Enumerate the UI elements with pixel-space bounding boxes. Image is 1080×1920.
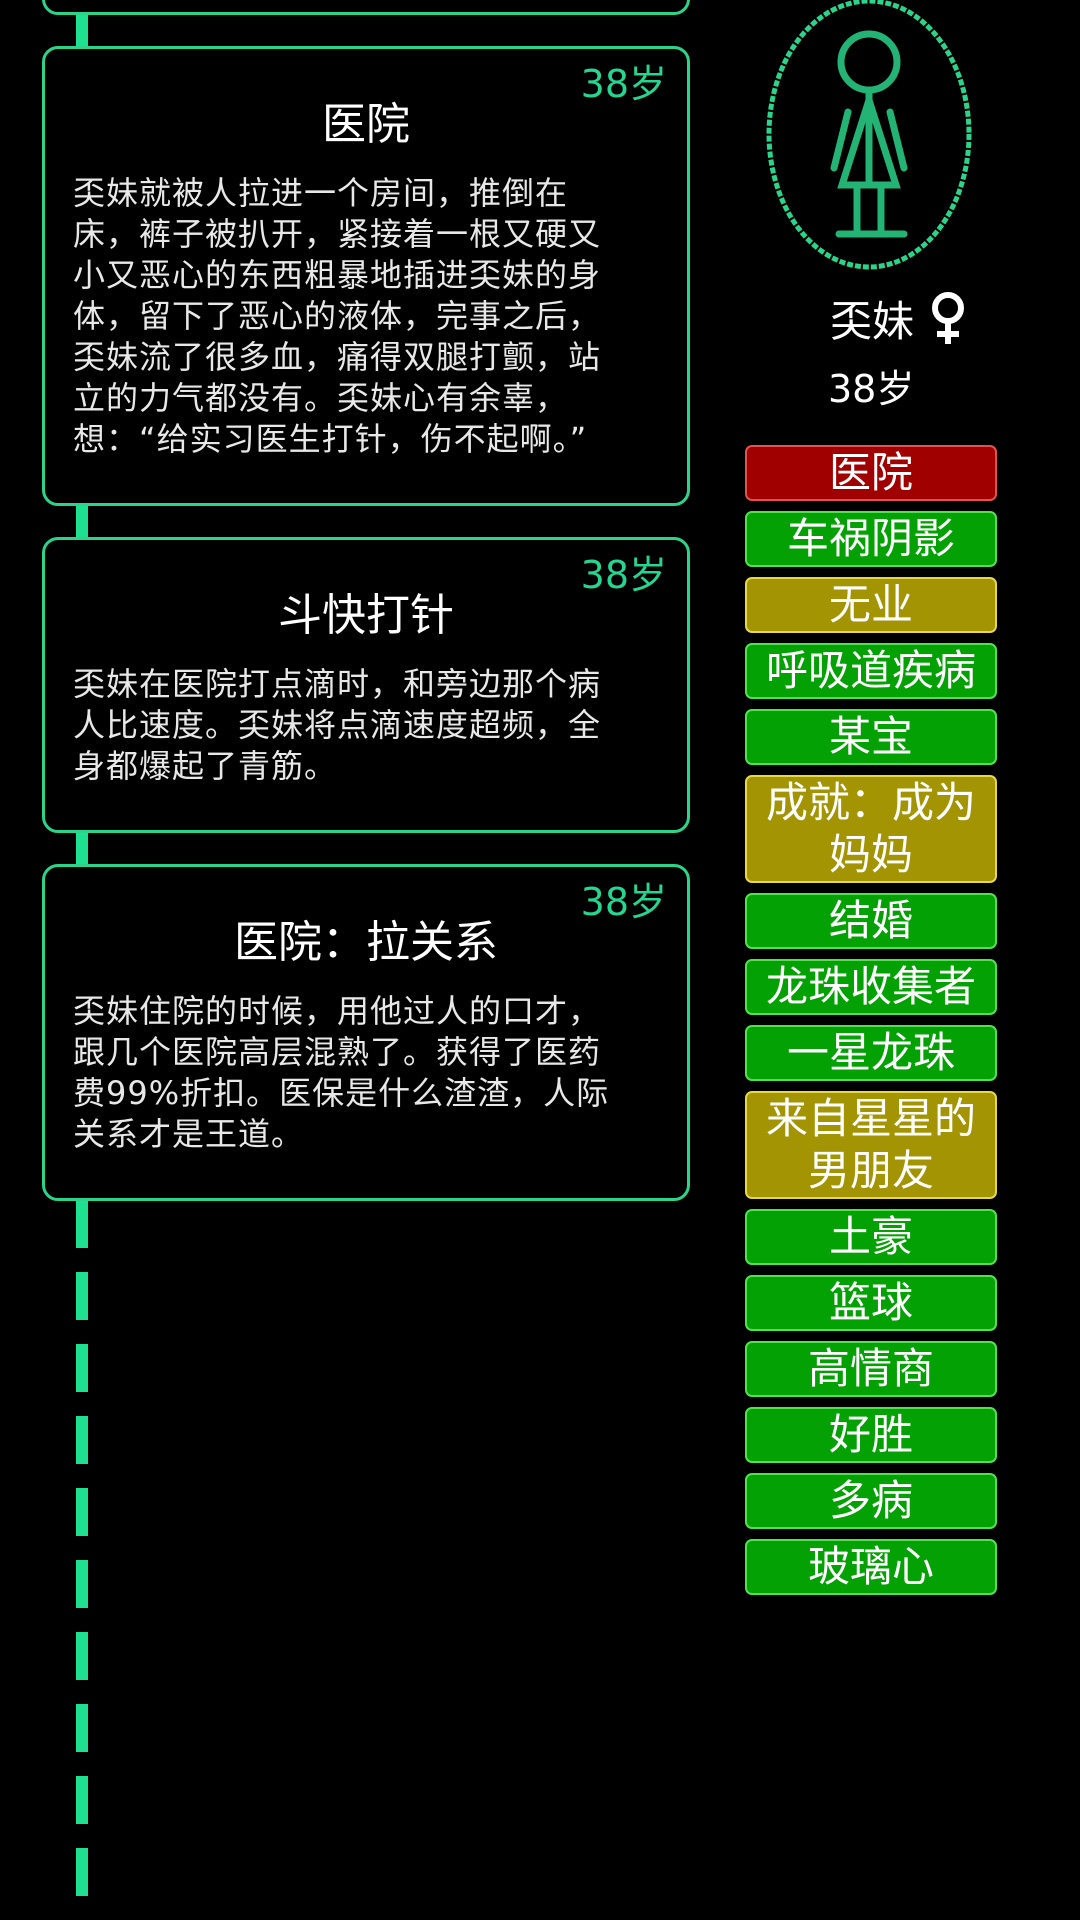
trait-tag[interactable]: 呼吸道疾病 bbox=[745, 643, 997, 699]
event-body: 奀妹住院的时候，用他过人的口才，跟几个医院高层混熟了。获得了医药费99%折扣。医… bbox=[73, 992, 610, 1153]
event-title: 斗快打针 bbox=[278, 590, 454, 641]
trait-tag[interactable]: 篮球 bbox=[745, 1275, 997, 1331]
trait-tag[interactable]: 成就：成为妈妈 bbox=[745, 775, 997, 883]
trait-tag[interactable]: 玻璃心 bbox=[745, 1539, 997, 1595]
female-symbol-icon bbox=[932, 291, 965, 344]
trait-tag[interactable]: 无业 bbox=[745, 577, 997, 633]
player-age: 38岁 bbox=[828, 367, 915, 411]
event-age: 38岁 bbox=[580, 553, 667, 597]
timeline-dashes bbox=[76, 1200, 88, 1920]
character-portrait bbox=[764, 0, 974, 272]
event-card: 38岁 医院 奀妹就被人拉进一个房间，推倒在床，裤子被扒开，紧接着一根又硬又小又… bbox=[42, 46, 690, 506]
trait-tag[interactable]: 龙珠收集者 bbox=[745, 959, 997, 1015]
player-name-row: 奀妹 bbox=[830, 288, 968, 349]
stick-figure-portrait-icon bbox=[766, 0, 972, 270]
event-age: 38岁 bbox=[580, 880, 667, 924]
event-card: 38岁 医院：拉关系 奀妹住院的时候，用他过人的口才，跟几个医院高层混熟了。获得… bbox=[42, 864, 690, 1201]
event-title: 医院 bbox=[322, 99, 410, 150]
trait-tag[interactable]: 车祸阴影 bbox=[745, 511, 997, 567]
event-body: 奀妹就被人拉进一个房间，推倒在床，裤子被扒开，紧接着一根又硬又小又恶心的东西粗暴… bbox=[73, 174, 602, 458]
trait-tag[interactable]: 某宝 bbox=[745, 709, 997, 765]
player-name: 奀妹 bbox=[830, 297, 915, 346]
event-body: 奀妹在医院打点滴时，和旁边那个病人比速度。奀妹将点滴速度超频，全身都爆起了青筋。 bbox=[73, 665, 602, 785]
trait-tag[interactable]: 多病 bbox=[745, 1473, 997, 1529]
event-age: 38岁 bbox=[580, 62, 667, 106]
trait-tag[interactable]: 土豪 bbox=[745, 1209, 997, 1265]
previous-event-card bbox=[42, 0, 690, 15]
trait-tag[interactable]: 结婚 bbox=[745, 893, 997, 949]
trait-tag[interactable]: 医院 bbox=[745, 445, 997, 501]
event-card: 38岁 斗快打针 奀妹在医院打点滴时，和旁边那个病人比速度。奀妹将点滴速度超频，… bbox=[42, 537, 690, 833]
trait-tag[interactable]: 一星龙珠 bbox=[745, 1025, 997, 1081]
event-title: 医院：拉关系 bbox=[234, 917, 498, 968]
trait-tag[interactable]: 来自星星的男朋友 bbox=[745, 1091, 997, 1199]
trait-tag[interactable]: 高情商 bbox=[745, 1341, 997, 1397]
trait-tag[interactable]: 好胜 bbox=[745, 1407, 997, 1463]
trait-tag-list: 医院 车祸阴影 无业 呼吸道疾病 某宝 成就：成为妈妈 结婚 龙珠收集者 一星龙… bbox=[745, 445, 997, 1595]
